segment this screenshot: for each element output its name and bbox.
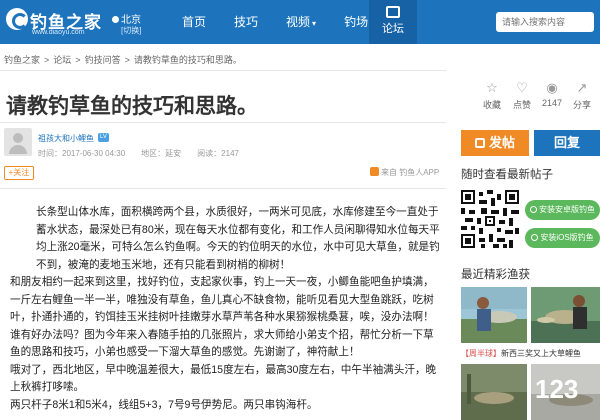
city-selector[interactable]: 北京	[112, 11, 141, 26]
location-pin-icon	[112, 16, 119, 23]
nav-home[interactable]: 首页	[168, 0, 220, 44]
post-region: 地区：延安	[141, 149, 182, 158]
post-meta: 时间：2017-06-30 04:30 地区：延安 阅读：2147	[38, 148, 255, 159]
paragraph: 哦对了，西北地区，早中晚温差很大，最低15度左右，最高30度左右，中午半袖满头汗…	[10, 363, 437, 394]
catch-photo-3[interactable]	[461, 364, 527, 420]
follow-button[interactable]: +关注	[4, 166, 34, 180]
divider	[0, 122, 446, 123]
paragraph: 长条型山体水库，面积横跨两个县，水质很好，一两米可见底，水库修建至今一直处于蓄水…	[36, 206, 440, 271]
post-body: 长条型山体水库，面积横跨两个县，水质很好，一两米可见底，水库修建至今一直处于蓄水…	[10, 204, 442, 414]
catch-photo-2[interactable]	[531, 287, 600, 343]
photo-caption-1[interactable]: 【周半球】新西三奖	[461, 348, 533, 359]
post-title: 请教钓草鱼的技巧和思路。	[6, 95, 258, 118]
install-android-button[interactable]: 安装安卓版钓鱼	[525, 200, 600, 220]
search-input[interactable]	[496, 12, 594, 32]
post-stats: ☆ 收藏 ♡ 点赞 ◉ 2147 ↗ 分享	[474, 74, 600, 114]
forum-icon	[386, 6, 400, 18]
photo-image	[461, 364, 527, 420]
photo-caption-2[interactable]: 又上大草鲤鱼	[533, 348, 581, 359]
share-icon: ↗	[576, 80, 588, 95]
android-icon	[530, 206, 537, 213]
photo-overlay-text: 123	[535, 374, 579, 404]
divider	[0, 70, 446, 71]
main-nav: 首页 技巧 视频▾ 钓场▾	[168, 0, 388, 44]
qr-code-icon	[461, 190, 519, 248]
post-time: 时间：2017-06-30 04:30	[38, 149, 126, 158]
breadcrumb: 钓鱼之家 > 论坛 > 钓技问答 > 请教钓草鱼的技巧和思路。	[4, 55, 242, 65]
top-nav-bar: 钓鱼之家 www.diaoyu.com 北京 [切换] 首页 技巧 视频 ▾ 钓场…	[0, 0, 600, 44]
catch-photo-1[interactable]	[461, 287, 527, 343]
install-ios-button[interactable]: 安装iOS版钓鱼	[525, 228, 600, 248]
section-heading-photos: 最近精彩渔获	[461, 269, 530, 281]
photo-image	[461, 287, 527, 343]
post-source: 来自 钓鱼人APP	[370, 167, 439, 178]
nav-forum[interactable]: 论坛	[369, 0, 417, 44]
catch-photo-4[interactable]: 123	[531, 364, 600, 420]
chevron-down-icon: ▾	[312, 19, 317, 28]
paragraph: 两只杆子8米1和5米4，线组5+3，7号9号伊势尼。两只串钩海杆。	[10, 398, 318, 411]
apple-icon	[531, 234, 539, 241]
photo-image	[531, 287, 600, 343]
crumb-home[interactable]: 钓鱼之家	[4, 55, 40, 65]
new-post-button[interactable]: 发帖	[461, 130, 529, 156]
reply-button[interactable]: 回复	[534, 130, 600, 156]
logo-fish-icon	[6, 8, 28, 30]
author-name[interactable]: 祖孩大和小鲤鱼	[38, 133, 94, 144]
avatar[interactable]	[4, 128, 32, 156]
paragraph: 和朋友相约一起来到这里，找好钓位，支起家伙事，钓上一天一夜，小鲫鱼能吧鱼护填满，…	[10, 276, 434, 358]
logo-url: www.diaoyu.com	[32, 29, 85, 36]
app-icon	[370, 167, 379, 176]
city-switch-link[interactable]: [切换]	[121, 25, 141, 36]
section-heading-new: 随时查看最新帖子	[461, 169, 553, 181]
edit-icon	[474, 138, 485, 148]
site-logo[interactable]: 钓鱼之家 www.diaoyu.com	[6, 6, 106, 38]
share-button[interactable]: ↗ 分享	[564, 80, 600, 111]
nav-video[interactable]: 视频 ▾	[272, 0, 330, 44]
nav-skills[interactable]: 技巧	[220, 0, 272, 44]
post-reads: 阅读：2147	[197, 149, 239, 158]
crumb-qa[interactable]: 钓技问答	[85, 55, 121, 65]
divider	[0, 188, 446, 189]
crumb-current: 请教钓草鱼的技巧和思路。	[133, 55, 242, 65]
level-badge: LV	[98, 133, 109, 142]
crumb-forum[interactable]: 论坛	[53, 55, 71, 65]
